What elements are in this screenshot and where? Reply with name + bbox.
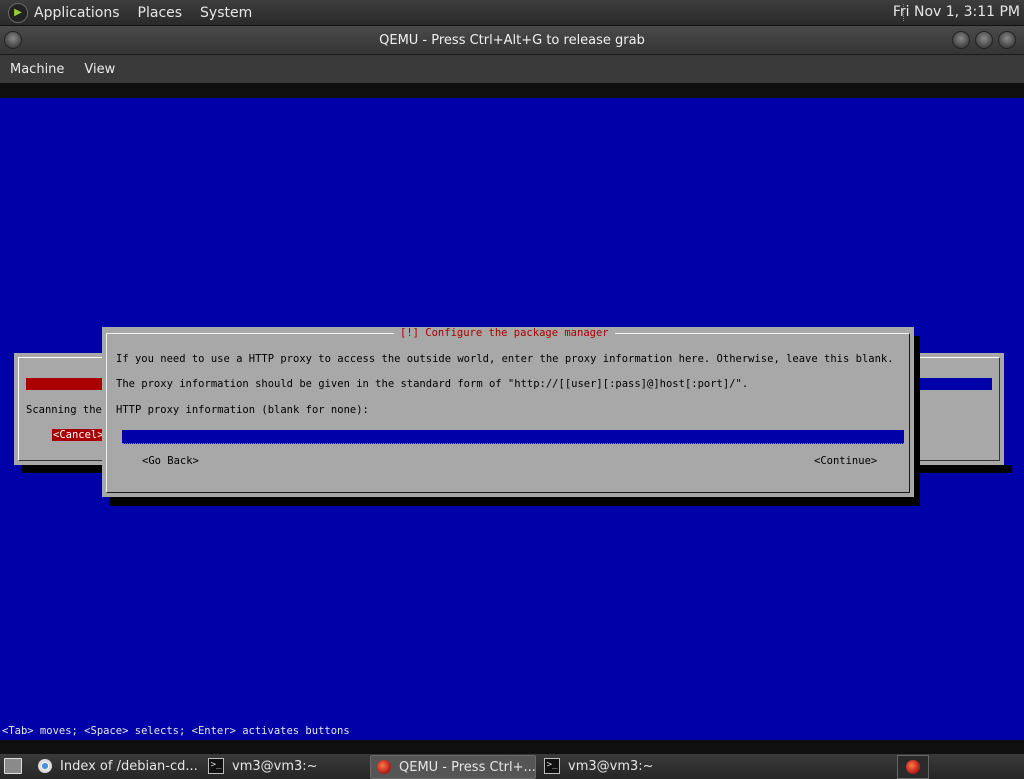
qemu-guest-screen[interactable]: Scanning the <Cancel> [!] Configure the …	[0, 98, 1024, 740]
gnome-foot-icon[interactable]: ▶	[8, 2, 28, 23]
scanning-text: Scanning the	[26, 404, 102, 416]
task-terminal-2[interactable]: >_ vm3@vm3:~	[538, 755, 702, 777]
taskbar: Index of /debian-cd... >_ vm3@vm3:~ QEMU…	[0, 753, 1024, 779]
window-title: QEMU - Press Ctrl+Alt+G to release grab	[379, 32, 645, 48]
chrome-icon	[38, 759, 52, 773]
task-label: QEMU - Press Ctrl+...	[399, 759, 536, 775]
menu-machine[interactable]: Machine	[10, 62, 64, 77]
cancel-button[interactable]: <Cancel>	[52, 429, 105, 441]
close-icon[interactable]	[998, 31, 1016, 49]
menu-applications[interactable]: Applications	[34, 5, 120, 21]
proxy-input[interactable]	[122, 430, 904, 444]
task-qemu[interactable]: QEMU - Press Ctrl+...	[370, 755, 536, 779]
progress-bar-remaining	[914, 378, 992, 390]
task-label: vm3@vm3:~	[568, 758, 654, 774]
task-terminal-1[interactable]: >_ vm3@vm3:~	[202, 755, 364, 777]
configure-package-manager-dialog: [!] Configure the package manager If you…	[102, 327, 914, 497]
keyboard-help-line: <Tab> moves; <Space> selects; <Enter> ac…	[2, 725, 350, 737]
progress-bar-filled	[26, 378, 106, 390]
task-label: vm3@vm3:~	[232, 758, 318, 774]
clock[interactable]: Fri Nov 1, 3:11 PM	[893, 4, 1020, 20]
dialog-description-2: The proxy information should be given in…	[116, 378, 749, 390]
task-browser[interactable]: Index of /debian-cd...	[32, 755, 200, 777]
terminal-icon: >_	[544, 758, 560, 774]
minimize-icon[interactable]	[952, 31, 970, 49]
qemu-menubar: Machine View	[0, 55, 1024, 83]
menu-places[interactable]: Places	[138, 5, 183, 21]
proxy-field-label: HTTP proxy information (blank for none):	[116, 404, 369, 416]
top-panel: ▶ Applications Places System Fri Nov 1, …	[0, 0, 1024, 26]
tray-qemu-icon[interactable]	[897, 755, 929, 779]
menu-system[interactable]: System	[200, 5, 252, 21]
go-back-button[interactable]: <Go Back>	[142, 455, 199, 467]
maximize-icon[interactable]	[975, 31, 993, 49]
qemu-icon	[377, 760, 391, 774]
menu-view[interactable]: View	[84, 62, 115, 77]
window-titlebar[interactable]: QEMU - Press Ctrl+Alt+G to release grab	[0, 26, 1024, 55]
terminal-icon: >_	[208, 758, 224, 774]
show-desktop-icon[interactable]	[4, 758, 22, 774]
dialog-title: [!] Configure the package manager	[394, 327, 615, 339]
task-label: Index of /debian-cd...	[60, 758, 198, 774]
continue-button[interactable]: <Continue>	[814, 455, 877, 467]
window-menu-icon[interactable]	[4, 31, 22, 49]
dialog-description-1: If you need to use a HTTP proxy to acces…	[116, 353, 894, 365]
